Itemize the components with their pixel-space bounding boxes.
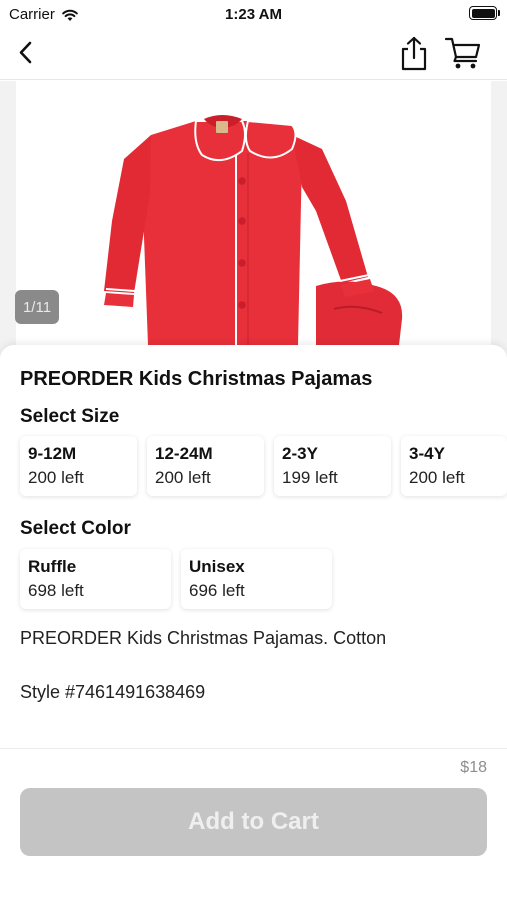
cart-button[interactable]: [444, 36, 482, 70]
share-button[interactable]: [398, 35, 430, 71]
color-option[interactable]: Unisex 696 left: [181, 549, 332, 609]
size-stock: 200 left: [28, 468, 84, 487]
size-stock: 199 left: [282, 468, 338, 487]
product-image[interactable]: [16, 81, 491, 361]
product-gallery[interactable]: [0, 81, 507, 361]
size-name: 9-12M: [28, 444, 77, 463]
size-name: 12-24M: [155, 444, 213, 463]
back-button[interactable]: [12, 38, 44, 70]
color-option[interactable]: Ruffle 698 left: [20, 549, 171, 609]
size-stock: 200 left: [409, 468, 465, 487]
product-price: $18: [460, 759, 487, 776]
cart-icon: [444, 37, 481, 69]
size-name: 3-4Y: [409, 444, 445, 463]
product-detail-screen: Carrier 1:23 AM 1/11 PREORDER Kids Chris…: [0, 0, 507, 900]
product-description: PREORDER Kids Christmas Pajamas. Cotton: [20, 628, 387, 648]
battery-icon: [469, 6, 500, 20]
color-stock: 696 left: [189, 581, 245, 600]
color-name: Unisex: [189, 557, 245, 576]
size-option[interactable]: 9-12M 200 left: [20, 436, 137, 496]
size-option[interactable]: 12-24M 200 left: [147, 436, 264, 496]
pajama-image: [104, 115, 403, 345]
nav-bar: [0, 28, 507, 80]
size-stock: 200 left: [155, 468, 211, 487]
color-stock: 698 left: [28, 581, 84, 600]
product-title: PREORDER Kids Christmas Pajamas: [20, 368, 373, 390]
size-section-label: Select Size: [20, 406, 120, 427]
status-bar: Carrier 1:23 AM: [0, 0, 507, 28]
share-icon: [401, 36, 427, 71]
color-name: Ruffle: [28, 557, 77, 576]
product-style-number: Style #7461491638469: [20, 682, 206, 702]
product-info-sheet: PREORDER Kids Christmas Pajamas Select S…: [0, 345, 507, 755]
purchase-footer: $18 Add to Cart: [0, 748, 507, 900]
status-time: 1:23 AM: [225, 6, 282, 23]
size-name: 2-3Y: [282, 444, 318, 463]
add-to-cart-button[interactable]: Add to Cart: [20, 788, 487, 856]
size-option[interactable]: 3-4Y 200 left: [401, 436, 507, 496]
size-option[interactable]: 2-3Y 199 left: [274, 436, 391, 496]
image-counter: 1/11: [15, 290, 59, 324]
color-section-label: Select Color: [20, 518, 131, 539]
chevron-left-icon: [19, 41, 32, 64]
